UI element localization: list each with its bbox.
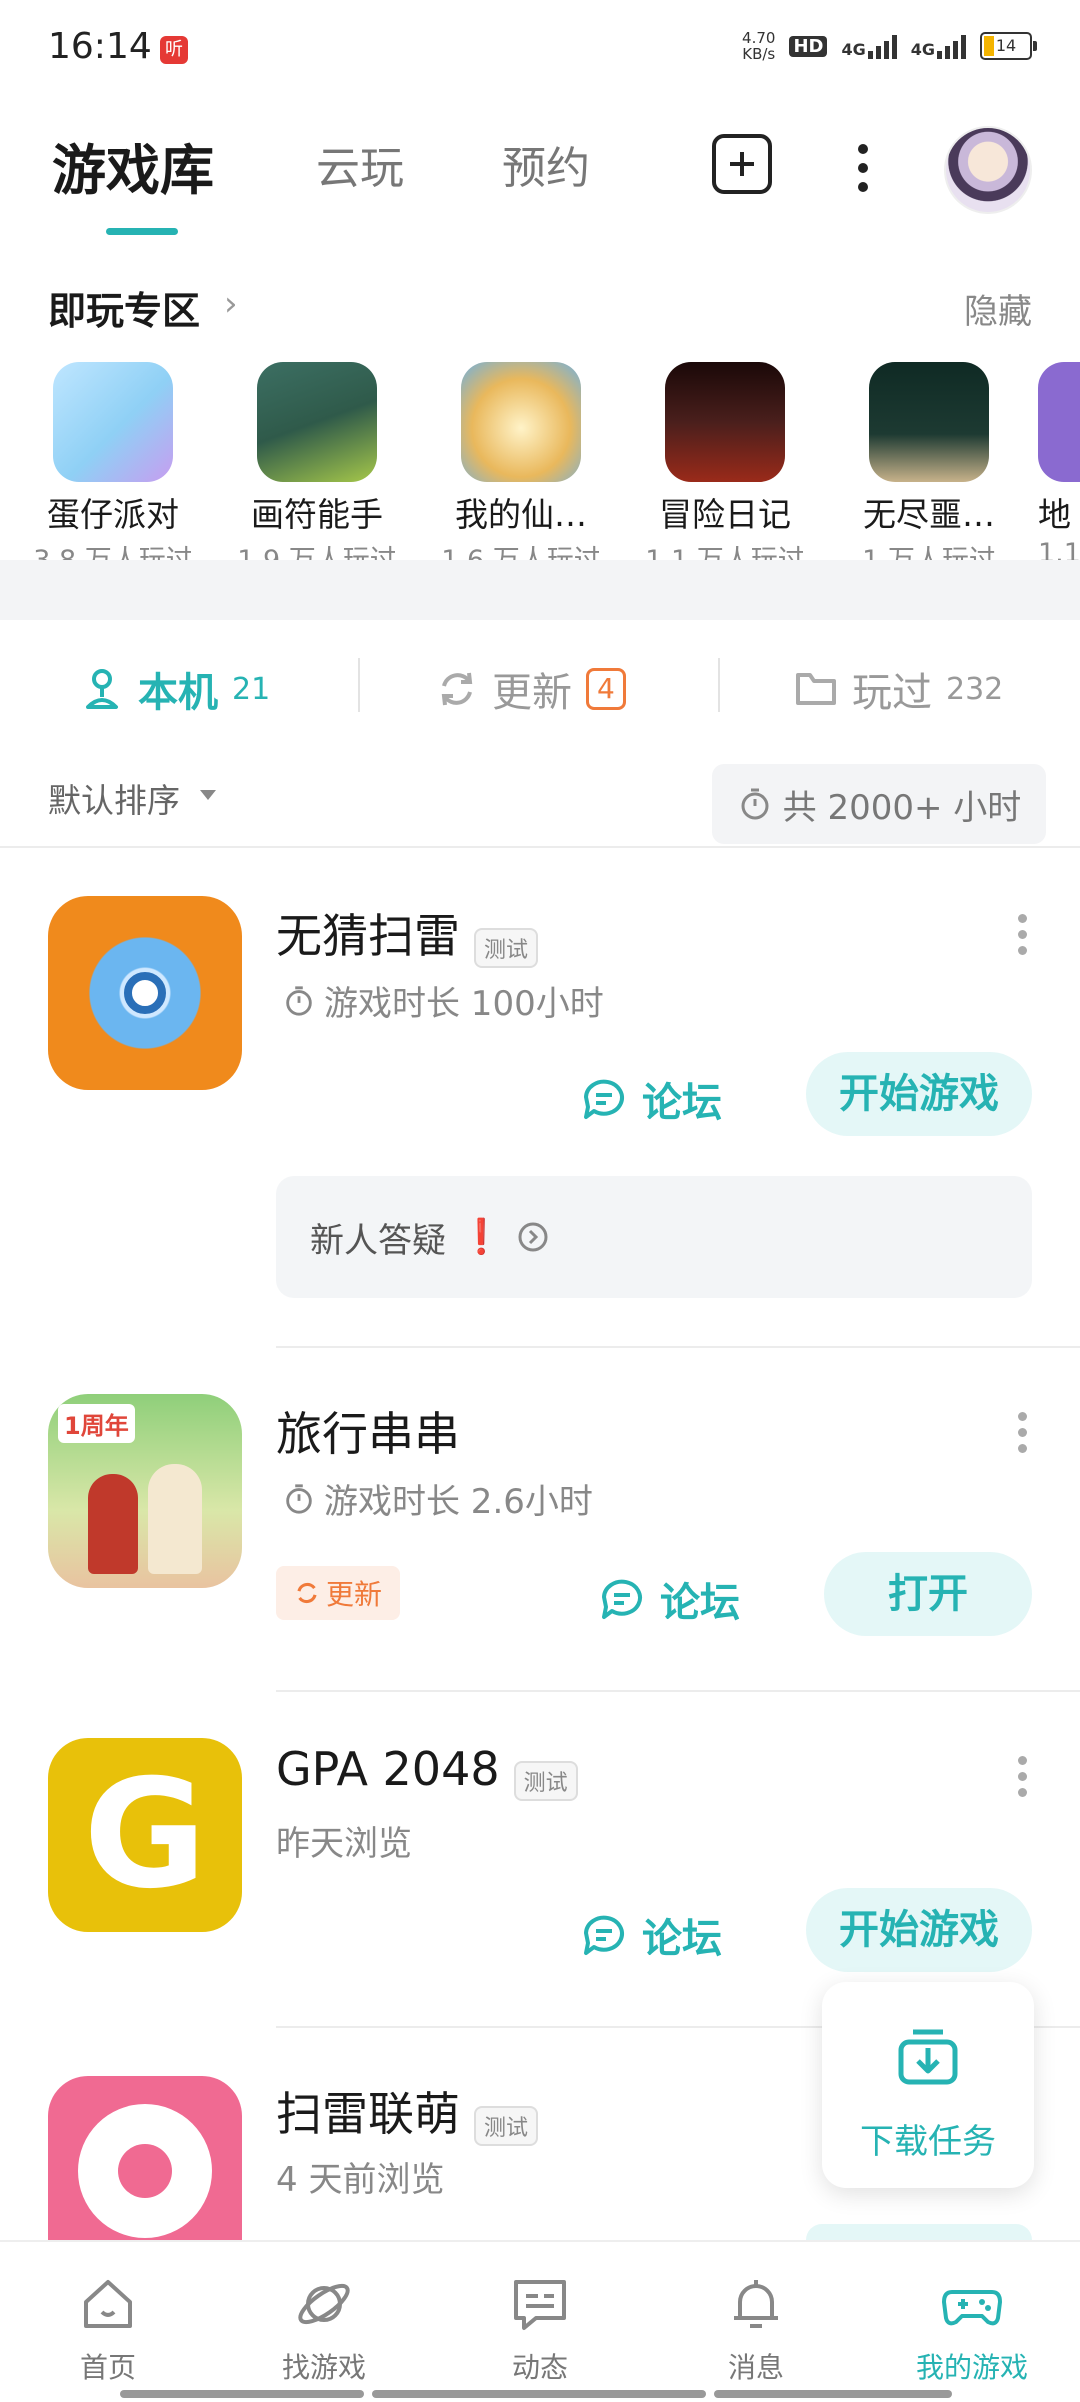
instant-game-item[interactable]: 无尽噩… 1 万人玩过 <box>834 362 1024 577</box>
game-title-row[interactable]: 旅行串串 <box>276 1398 460 1464</box>
game-icon-minesweeper-league[interactable] <box>48 2076 242 2240</box>
section-separator <box>0 560 1080 620</box>
forum-button[interactable]: 论坛 <box>580 1070 722 1128</box>
tab-cloud-play[interactable]: 云玩 <box>316 132 404 196</box>
nav-feed[interactable]: 动态 <box>432 2242 648 2402</box>
instant-game-item[interactable]: 画符能手 1.9 万人玩过 <box>222 362 412 577</box>
game-icon <box>869 362 989 482</box>
last-viewed: 昨天浏览 <box>276 1824 412 1864</box>
game-title-row[interactable]: 无猜扫雷 测试 <box>276 900 539 968</box>
game-icon-gpa2048[interactable]: G <box>48 1738 242 1932</box>
tab-game-library[interactable]: 游戏库 <box>52 126 214 205</box>
test-tag: 测试 <box>513 1760 578 1801</box>
battery-icon: 14 <box>980 32 1037 60</box>
more-options-icon[interactable] <box>1018 914 1027 962</box>
subtab-played[interactable]: 玩过 232 <box>794 660 1003 718</box>
update-count-badge: 4 <box>586 668 626 710</box>
nav-discover[interactable]: 找游戏 <box>216 2242 432 2402</box>
divider <box>276 1690 1080 1692</box>
local-device-icon <box>86 669 118 709</box>
game-icon-minesweeper[interactable] <box>48 896 242 1090</box>
start-game-button[interactable]: 开始游戏 <box>806 1052 1032 1136</box>
game-icon <box>461 362 581 482</box>
notification-app-icon: 听 <box>160 36 188 64</box>
divider <box>0 846 1080 848</box>
test-tag: 测试 <box>474 927 539 968</box>
game-title-row[interactable]: GPA 2048 测试 <box>276 1742 578 1801</box>
playtime: 游戏时长 2.6小时 <box>282 1474 593 1523</box>
home-icon <box>84 2280 132 2328</box>
forum-icon <box>602 1579 642 1619</box>
newbie-qa-notice[interactable]: 新人答疑 ❗ <box>276 1176 1032 1298</box>
status-bar: 16:14 听 4.70 KB/s HD 4G 4G 14 <box>0 0 1080 100</box>
sort-dropdown[interactable]: 默认排序 <box>48 774 180 822</box>
gamepad-icon <box>942 2290 1002 2326</box>
game-icon-travel[interactable]: 1周年 <box>48 1394 242 1588</box>
nav-home[interactable]: 首页 <box>0 2242 216 2402</box>
caret-down-icon[interactable] <box>200 790 216 800</box>
forum-button[interactable]: 论坛 <box>598 1570 740 1628</box>
chat-card-icon <box>514 2280 566 2330</box>
subtab-bar: 本机 21 更新 4 玩过 232 <box>0 640 1080 730</box>
more-options-icon[interactable] <box>858 144 868 196</box>
net-speed: 4.70 KB/s <box>742 29 776 63</box>
timer-icon <box>286 985 312 1016</box>
timer-icon <box>741 788 769 820</box>
divider <box>276 1346 1080 1348</box>
start-game-button-partial[interactable] <box>806 2224 1032 2240</box>
instant-game-item[interactable]: 蛋仔派对 3.8 万人玩过 <box>18 362 208 577</box>
active-tab-indicator <box>106 228 178 235</box>
add-icon[interactable] <box>712 134 772 194</box>
game-icon <box>53 362 173 482</box>
instant-game-item[interactable]: 我的仙… 1.6 万人玩过 <box>426 362 616 577</box>
game-icon <box>1038 362 1080 482</box>
folder-icon <box>796 673 836 705</box>
exclamation-icon: ❗ <box>460 1217 503 1257</box>
instant-game-item[interactable]: 冒险日记 1.1 万人玩过 <box>630 362 820 577</box>
bell-icon <box>734 2280 778 2328</box>
download-task-button[interactable]: 下载任务 <box>822 1982 1034 2188</box>
nav-messages[interactable]: 消息 <box>648 2242 864 2402</box>
system-icons: 4.70 KB/s HD 4G 4G 14 <box>742 29 1037 63</box>
forum-icon <box>584 1915 624 1955</box>
planet-icon <box>298 2283 350 2325</box>
signal-1-icon: 4G <box>841 33 897 59</box>
hide-button[interactable]: 隐藏 <box>964 284 1032 333</box>
forum-button[interactable]: 论坛 <box>580 1906 722 1964</box>
timer-icon <box>286 1483 312 1514</box>
signal-2-icon: 4G <box>911 33 966 59</box>
hd-icon: HD <box>789 35 828 57</box>
game-icon <box>257 362 377 482</box>
game-icon <box>665 362 785 482</box>
bottom-nav: 首页 找游戏 动态 消息 我的游戏 <box>0 2240 1080 2402</box>
gesture-bar <box>714 2390 952 2398</box>
avatar[interactable] <box>944 126 1032 214</box>
tab-reservation[interactable]: 预约 <box>502 132 590 196</box>
refresh-icon <box>441 672 473 706</box>
subtab-local[interactable]: 本机 21 <box>80 660 270 718</box>
instant-play-title[interactable]: 即玩专区 <box>48 280 200 335</box>
gesture-bar <box>372 2390 706 2398</box>
update-tag[interactable]: 更新 <box>276 1566 400 1620</box>
total-playtime: 共 2000+ 小时 <box>712 764 1046 844</box>
chevron-circle-icon <box>518 1222 548 1252</box>
download-icon <box>898 2029 958 2085</box>
forum-icon <box>584 1079 624 1119</box>
clock: 16:14 <box>48 26 152 67</box>
nav-my-games[interactable]: 我的游戏 <box>864 2242 1080 2402</box>
playtime: 游戏时长 100小时 <box>282 976 604 1025</box>
refresh-icon <box>297 1582 317 1604</box>
open-button[interactable]: 打开 <box>824 1552 1032 1636</box>
start-game-button[interactable]: 开始游戏 <box>806 1888 1032 1972</box>
last-viewed: 4 天前浏览 <box>276 2160 445 2200</box>
subtab-update[interactable]: 更新 4 <box>436 660 626 718</box>
instant-game-item[interactable]: 地 1.1 <box>1038 362 1080 569</box>
more-options-icon[interactable] <box>1018 1412 1027 1460</box>
game-title-row[interactable]: 扫雷联萌 测试 <box>276 2078 539 2146</box>
test-tag: 测试 <box>474 2105 539 2146</box>
chevron-right-icon[interactable]: › <box>224 284 238 324</box>
more-options-icon[interactable] <box>1018 1756 1027 1804</box>
gesture-bar <box>120 2390 364 2398</box>
